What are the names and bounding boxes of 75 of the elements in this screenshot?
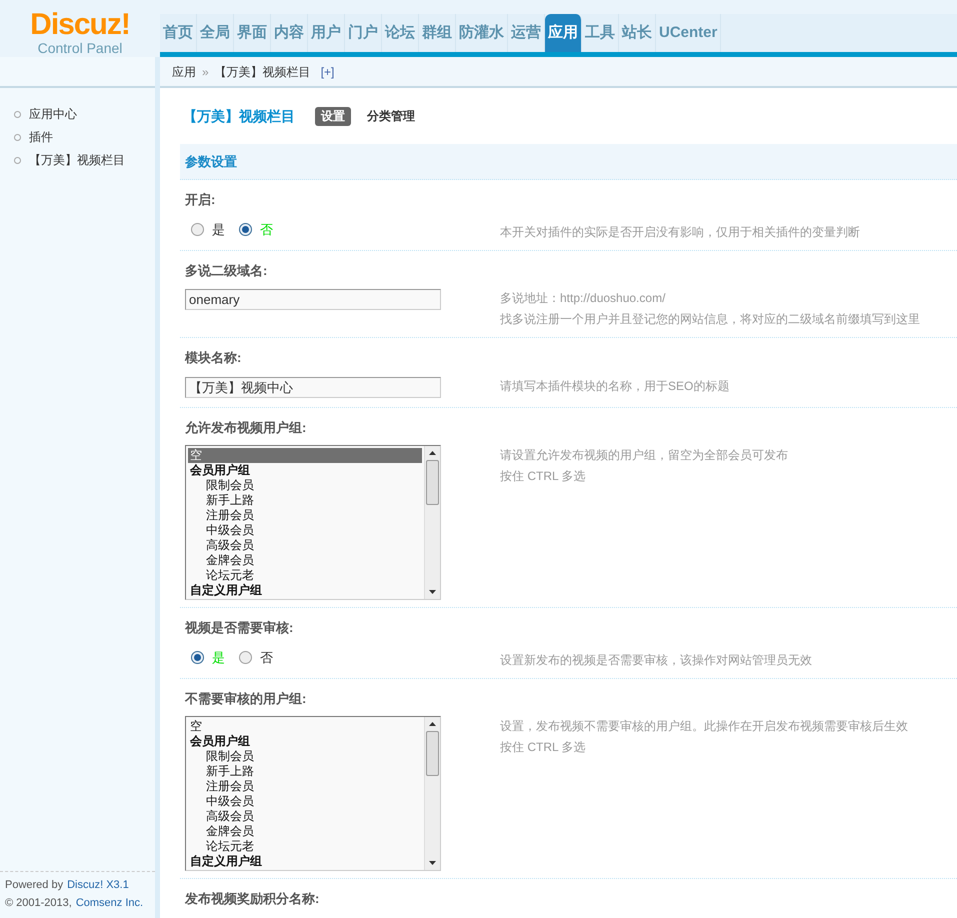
- list-option[interactable]: 金牌会员: [188, 553, 422, 568]
- scrollbar[interactable]: [424, 717, 440, 870]
- list-option[interactable]: 会员用户组: [188, 463, 422, 478]
- radio-button[interactable]: [239, 651, 252, 664]
- add-shortcut-link[interactable]: [+]: [320, 62, 334, 80]
- page-tab[interactable]: 分类管理: [361, 106, 421, 126]
- help-text: 设置，发布视频不需要审核的用户组。此操作在开启发布视频需要审核后生效: [500, 718, 908, 735]
- radio-button[interactable]: [239, 223, 252, 236]
- help-text: 设置新发布的视频是否需要审核，该操作对网站管理员无效: [500, 652, 812, 668]
- logo-subtitle: Control Panel: [38, 40, 122, 56]
- company-link[interactable]: Comsenz Inc.: [76, 894, 144, 912]
- list-option[interactable]: 金牌会员: [188, 824, 422, 839]
- footer-text: © 2001-2013,: [5, 896, 72, 911]
- radio-button[interactable]: [191, 651, 204, 664]
- breadcrumb-current: 【万美】视频栏目: [214, 64, 311, 80]
- product-link[interactable]: Discuz! X3.1: [67, 876, 129, 894]
- list-option[interactable]: 论坛元老: [188, 568, 422, 583]
- radio-button[interactable]: [191, 223, 204, 236]
- radio-label[interactable]: 否: [260, 648, 273, 668]
- list-option[interactable]: 注册会员: [188, 508, 422, 523]
- text-field[interactable]: onemary: [185, 289, 441, 310]
- help-text: 多说地址：http://duoshuo.com/: [500, 290, 666, 307]
- section-header: 参数设置: [180, 144, 957, 180]
- sidebar-item[interactable]: 插件: [29, 128, 53, 146]
- sidebar-item[interactable]: 应用中心: [29, 105, 77, 123]
- help-text: 找多说注册一个用户并且登记您的网站信息，将对应的二级域名前缀填写到这里: [500, 311, 920, 328]
- scroll-thumb[interactable]: [426, 460, 439, 505]
- breadcrumb-link[interactable]: 应用: [172, 62, 196, 80]
- list-option[interactable]: 高级会员: [188, 538, 422, 553]
- bullet-icon: [14, 110, 21, 118]
- page-tab[interactable]: 设置: [315, 106, 351, 126]
- scroll-down-icon[interactable]: [429, 861, 436, 865]
- list-option[interactable]: 高级会员: [188, 809, 422, 824]
- footer-text: Powered by: [5, 878, 64, 893]
- help-text: 按住 CTRL 多选: [500, 468, 587, 485]
- list-option[interactable]: 论坛元老: [188, 839, 422, 854]
- scrollbar[interactable]: [424, 446, 440, 599]
- nav-tab[interactable]: 应用: [545, 14, 582, 52]
- help-text: 按住 CTRL 多选: [500, 739, 587, 756]
- sidebar-item[interactable]: 【万美】视频栏目: [29, 151, 125, 169]
- list-option[interactable]: 自定义用户组: [188, 854, 422, 869]
- list-option[interactable]: 限制会员: [188, 749, 422, 764]
- help-text: 本开关对插件的实际是否开启没有影响，仅用于相关插件的变量判断: [500, 224, 860, 240]
- list-option[interactable]: 自定义用户组: [188, 583, 422, 598]
- field-label: 允许发布视频用户组:: [185, 418, 308, 436]
- page-title: 【万美】视频栏目: [183, 106, 295, 126]
- field-label: 视频是否需要审核:: [185, 619, 294, 637]
- bullet-icon: [14, 156, 21, 164]
- list-option[interactable]: 空: [188, 448, 422, 463]
- logo: Discuz!: [30, 10, 130, 40]
- radio-label[interactable]: 是: [212, 220, 225, 240]
- breadcrumb-separator: »: [202, 64, 209, 80]
- field-label: 多说二级域名:: [185, 262, 268, 280]
- list-option[interactable]: 新手上路: [188, 764, 422, 779]
- bullet-icon: [14, 134, 21, 140]
- list-option[interactable]: 空: [188, 719, 422, 734]
- scroll-up-icon[interactable]: [429, 722, 436, 726]
- field-label: 发布视频奖励积分名称:: [185, 890, 320, 908]
- list-box[interactable]: 空 会员用户组 限制会员 新手上路 注册会员 中级会员 高级会员 金牌会员 论坛元老 自定义用户组: [185, 445, 441, 600]
- list-option[interactable]: 新手上路: [188, 493, 422, 508]
- help-text: 请设置允许发布视频的用户组，留空为全部会员可发布: [500, 447, 788, 464]
- field-label: 模块名称:: [185, 349, 242, 367]
- list-option[interactable]: 会员用户组: [188, 734, 422, 749]
- list-option[interactable]: 中级会员: [188, 523, 422, 538]
- scroll-up-icon[interactable]: [429, 451, 436, 455]
- text-field[interactable]: 【万美】视频中心: [185, 377, 441, 398]
- field-label: 开启:: [185, 191, 216, 209]
- list-option[interactable]: 中级会员: [188, 794, 422, 809]
- help-text: 请填写本插件模块的名称，用于SEO的标题: [500, 378, 730, 394]
- scroll-thumb[interactable]: [426, 731, 439, 776]
- list-option[interactable]: 限制会员: [188, 478, 422, 493]
- scroll-down-icon[interactable]: [429, 590, 436, 594]
- field-label: 不需要审核的用户组:: [185, 690, 308, 708]
- list-option[interactable]: 注册会员: [188, 779, 422, 794]
- list-box[interactable]: 空 会员用户组 限制会员 新手上路 注册会员 中级会员 高级会员 金牌会员 论坛元老 自定义用户组: [185, 716, 441, 871]
